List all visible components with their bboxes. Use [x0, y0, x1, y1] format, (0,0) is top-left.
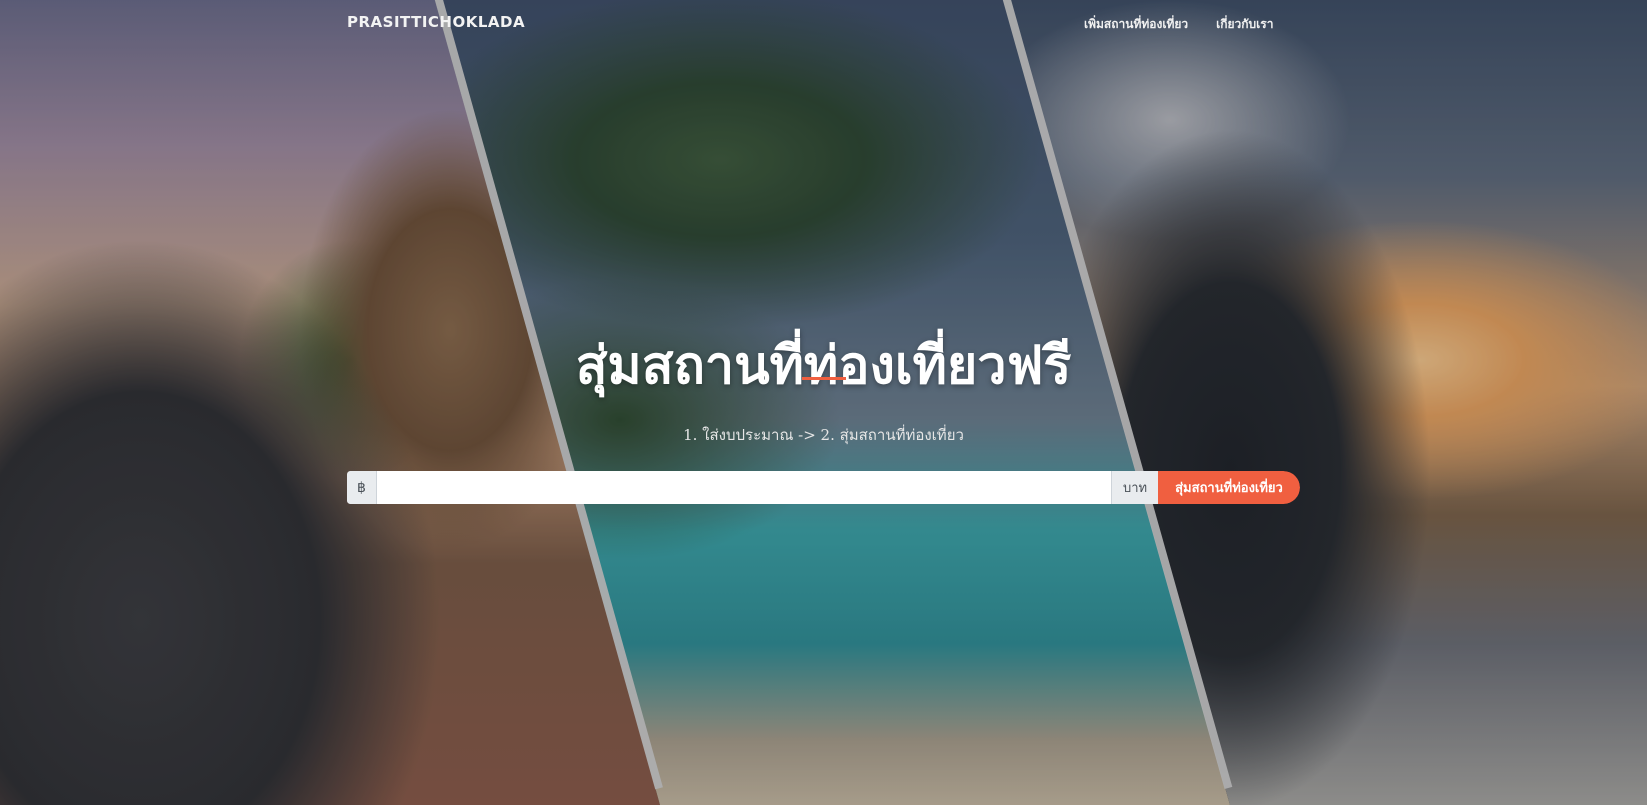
baht-currency-icon: ฿: [347, 471, 377, 504]
budget-input[interactable]: [377, 471, 1111, 504]
budget-form: ฿ บาท สุ่มสถานที่ท่องเที่ยว: [347, 471, 1300, 504]
random-place-button[interactable]: สุ่มสถานที่ท่องเที่ยว: [1158, 471, 1300, 504]
title-accent-line: [802, 377, 846, 380]
page-title: สุ่มสถานที่ท่องเที่ยวฟรี: [575, 335, 1072, 396]
navbar: PRASITTICHOKLADA เพิ่มสถานที่ท่องเที่ยว …: [0, 0, 1647, 46]
brand-logo[interactable]: PRASITTICHOKLADA: [347, 13, 525, 31]
nav-links: เพิ่มสถานที่ท่องเที่ยว เกี่ยวกับเรา: [1084, 15, 1273, 34]
baht-unit-label: บาท: [1111, 471, 1158, 504]
page-subtitle: 1. ใส่งบประมาณ -> 2. สุ่มสถานที่ท่องเที่…: [683, 426, 964, 444]
nav-about[interactable]: เกี่ยวกับเรา: [1216, 15, 1273, 34]
nav-add-place[interactable]: เพิ่มสถานที่ท่องเที่ยว: [1084, 15, 1188, 34]
